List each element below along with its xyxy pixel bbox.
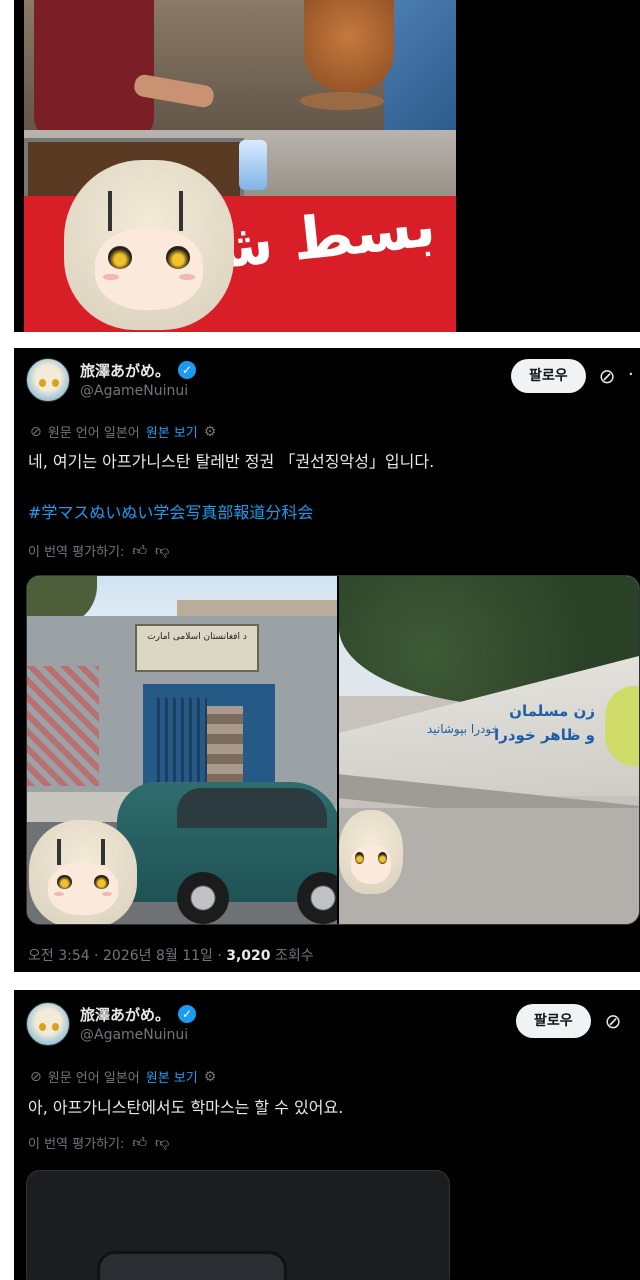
plush-doll xyxy=(64,160,234,330)
doll-blush xyxy=(179,273,195,281)
display-name[interactable]: 旅澤あがめ。 xyxy=(80,1004,170,1025)
translation-note: 원문 언어 일본어 xyxy=(47,426,140,441)
grok-icon[interactable]: ⊘ xyxy=(602,1010,624,1032)
display-name[interactable]: 旅澤あがめ。 xyxy=(80,360,170,381)
follow-button[interactable]: 팔로우 xyxy=(511,359,586,393)
wall-text-line-3: خودرا بپوشانید xyxy=(426,722,499,736)
doll-face xyxy=(48,863,118,916)
rate-translation: 이 번역 평가하기: 👍︎ 👎︎ xyxy=(28,1133,169,1152)
show-original-link[interactable]: 원본 보기 xyxy=(146,422,198,441)
avatar[interactable] xyxy=(26,358,70,402)
photo-car-wheel xyxy=(177,872,229,924)
wall-mural-photo[interactable]: زن مسلمان و ظاهر خودرا خودرا بپوشانید xyxy=(339,576,639,924)
wall-text-line-2: و ظاهر خودرا xyxy=(494,726,595,744)
doll-eye xyxy=(377,852,387,864)
settings-icon[interactable]: ⚙ xyxy=(204,1069,217,1085)
translation-note: 원문 언어 일본어 xyxy=(47,1071,140,1086)
thumbs-down-icon[interactable]: 👎︎ xyxy=(155,1134,169,1151)
photo-pixelated-area xyxy=(207,706,243,784)
tweet-card: 旅澤あがめ。 ✓ @AgameNuinui 팔로우 ⊘ · ⊘ 원문 언어 일본… xyxy=(14,348,640,972)
plush-doll xyxy=(339,810,403,894)
rate-translation: 이 번역 평가하기: 👍︎ 👎︎ xyxy=(28,541,169,560)
tweet-text: 네, 여기는 아프가니스탄 탈레반 정권 「권선징악성」입니다. xyxy=(28,452,435,471)
avatar-eye xyxy=(39,1023,46,1031)
building-gate-photo[interactable]: د افغانستان اسلامی امارت xyxy=(27,576,337,924)
doll-eye xyxy=(355,852,365,864)
photo-building-sign: د افغانستان اسلامی امارت xyxy=(135,624,259,672)
media-grid: د افغانستان اسلامی امارت زن مسلمان و ظاه… xyxy=(26,575,640,925)
avatar-eye xyxy=(52,1023,59,1031)
timestamp[interactable]: 오전 3:54 · 2026년 8월 11일 · xyxy=(28,948,226,964)
doll-blush xyxy=(102,892,113,897)
thumbs-down-icon[interactable]: 👎︎ xyxy=(155,542,169,559)
doll-eye xyxy=(56,874,72,890)
doll-eye xyxy=(94,874,110,890)
photo-car-window xyxy=(177,788,327,828)
doll-blush xyxy=(53,892,64,897)
show-original-link[interactable]: 원본 보기 xyxy=(146,1067,198,1086)
top-post-media-panel: بسط شورمه xyxy=(14,0,640,332)
tweet-text: 아, 아프가니스탄에서도 학마스는 할 수 있어요. xyxy=(28,1098,344,1117)
doll-face xyxy=(350,843,392,884)
doll-eye xyxy=(107,245,132,269)
user-handle[interactable]: @AgameNuinui xyxy=(80,383,188,399)
grok-icon[interactable]: ⊘ xyxy=(596,365,618,387)
doll-blush xyxy=(103,273,119,281)
rate-translation-label: 이 번역 평가하기: xyxy=(28,545,125,560)
photo-glass xyxy=(384,0,456,140)
avatar[interactable] xyxy=(26,1002,70,1046)
settings-icon[interactable]: ⚙ xyxy=(204,424,217,440)
tweet-card: 旅澤あがめ。 ✓ @AgameNuinui 팔로우 ⊘ ⊘ 원문 언어 일본어 … xyxy=(14,990,640,1280)
hashtag-link[interactable]: #学マスぬいぬい学会写真部報道分科会 xyxy=(28,499,313,523)
avatar-eye xyxy=(52,379,59,387)
doll-hair-strand xyxy=(179,190,183,232)
photo-doner-meat xyxy=(304,0,394,92)
translate-icon: ⊘ xyxy=(30,1068,42,1085)
user-handle[interactable]: @AgameNuinui xyxy=(80,1027,188,1043)
tweet-metadata: 오전 3:54 · 2026년 8월 11일 · 3,020 조회수 xyxy=(28,945,314,965)
plush-doll xyxy=(29,820,137,924)
doll-hair-strand xyxy=(57,839,62,866)
doll-eye xyxy=(166,245,191,269)
kebab-stand-photo[interactable]: بسط شورمه xyxy=(24,0,456,332)
avatar-eye xyxy=(39,379,46,387)
verified-icon: ✓ xyxy=(178,1005,196,1023)
tweet-media[interactable] xyxy=(26,1170,450,1280)
photo-mural xyxy=(605,686,639,766)
views-count: 3,020 xyxy=(226,948,271,964)
follow-button[interactable]: 팔로우 xyxy=(516,1004,591,1038)
views-label: 조회수 xyxy=(270,948,314,964)
translate-icon: ⊘ xyxy=(30,423,42,440)
thumbs-up-icon[interactable]: 👍︎ xyxy=(132,1134,147,1151)
rate-translation-label: 이 번역 평가하기: xyxy=(28,1137,125,1152)
doll-hair-strand xyxy=(100,839,105,866)
verified-icon: ✓ xyxy=(178,361,196,379)
doll-face xyxy=(94,228,204,310)
photo-wall-pattern xyxy=(27,666,99,786)
photo-plate xyxy=(300,92,384,110)
translation-info: ⊘ 원문 언어 일본어 원본 보기 ⚙ xyxy=(30,422,217,442)
photo-water-bottle xyxy=(239,140,267,190)
photo-vendor xyxy=(34,0,154,138)
wall-text-line-1: زن مسلمان xyxy=(509,702,595,720)
more-icon[interactable]: · xyxy=(628,364,640,386)
thumbs-up-icon[interactable]: 👍︎ xyxy=(132,542,147,559)
photo-phone xyxy=(97,1251,287,1280)
translation-info: ⊘ 원문 언어 일본어 원본 보기 ⚙ xyxy=(30,1067,217,1087)
doll-hair-strand xyxy=(108,190,113,232)
